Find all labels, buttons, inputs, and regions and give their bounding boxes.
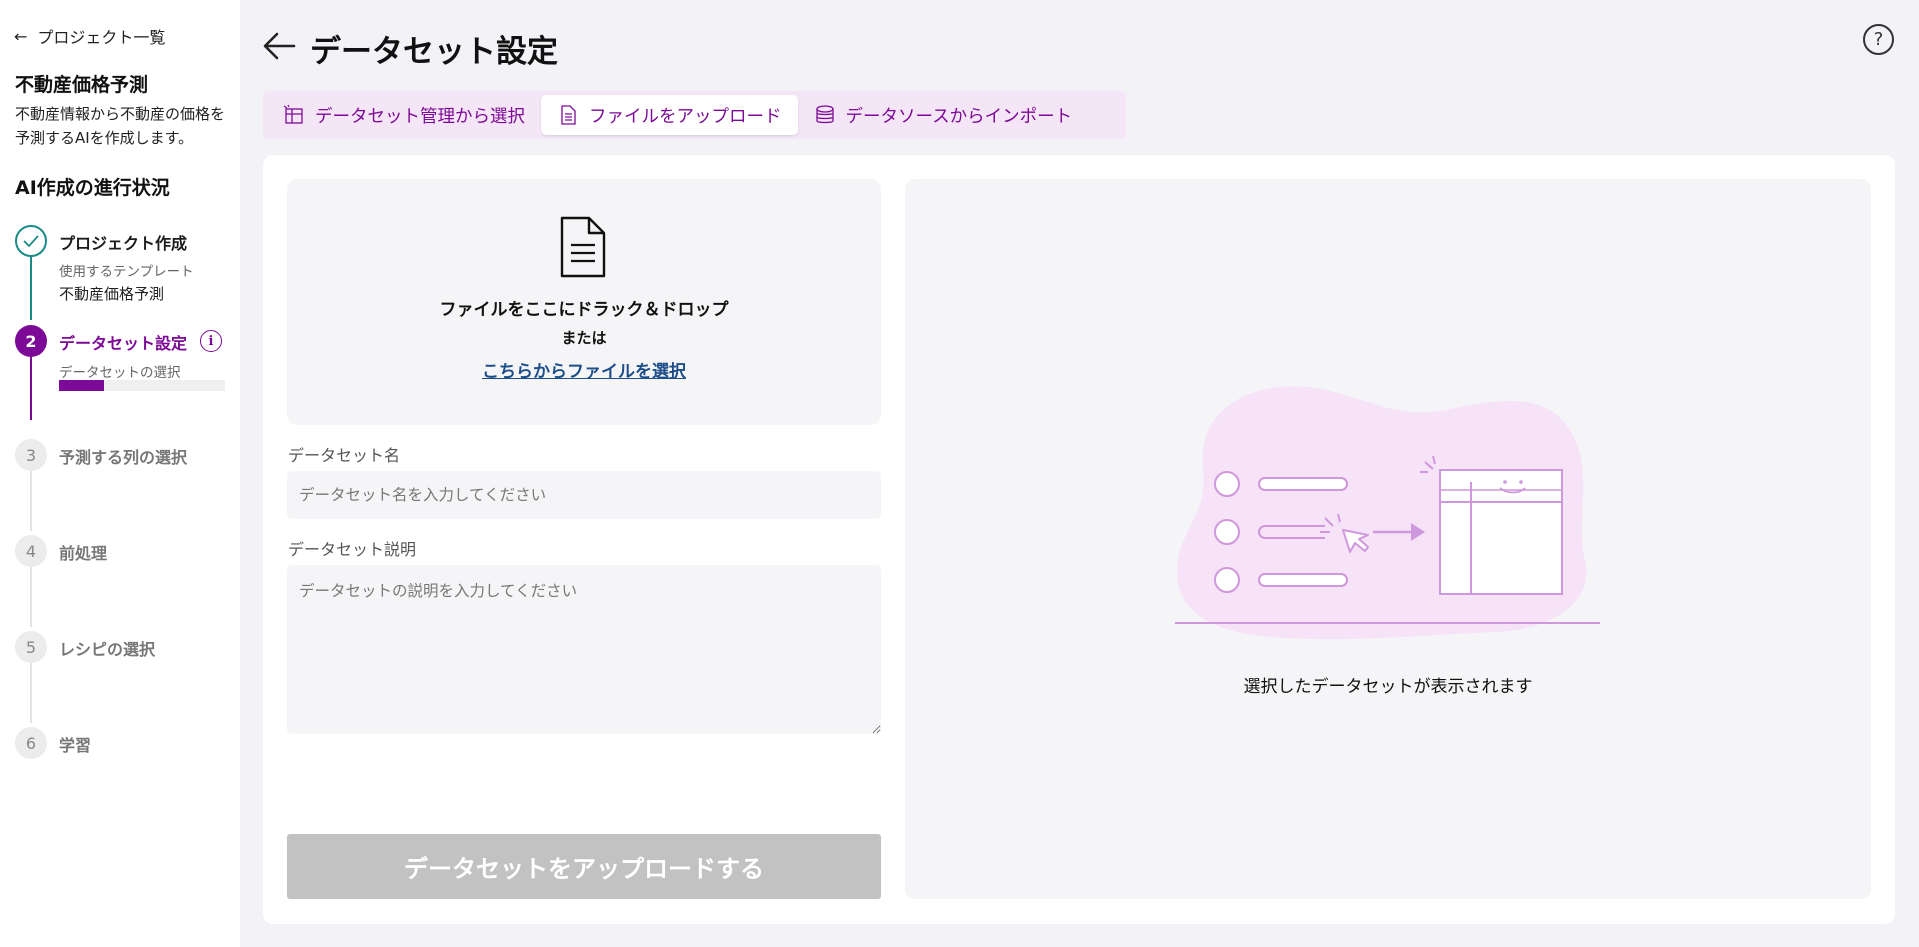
step-label: 予測する列の選択 [59,448,188,467]
dataset-description-textarea[interactable] [287,565,881,734]
tab-label: データセット管理から選択 [315,106,525,127]
file-icon [559,215,607,283]
empty-preview-illustration [1175,380,1600,644]
step-connector [30,257,32,320]
step-label: 前処理 [59,544,108,563]
page-header: データセット設定 [262,26,558,71]
tab-label: ファイルをアップロード [589,106,782,127]
step-progress-bar [59,380,225,391]
step-sub-label: 使用するテンプレート [59,264,194,280]
step-number: 4 [15,535,47,567]
back-link-label: プロジェクト一覧 [37,28,166,47]
step-connector [30,567,32,627]
dataset-name-input[interactable] [287,471,881,519]
tab-dataset-management[interactable]: データセット管理から選択 [267,95,541,135]
step-sub-value: 不動産価格予測 [59,285,165,303]
tab-file-upload[interactable]: ファイルをアップロード [541,95,798,135]
dataset-description-label: データセット説明 [288,540,417,559]
back-to-projects-link[interactable]: ← プロジェクト一覧 [14,24,165,48]
question-circle-icon[interactable]: ? [1863,24,1894,55]
dropzone-text: ファイルをここにドラック＆ドロップ [439,300,729,320]
info-icon[interactable]: i [200,330,222,352]
tab-label: データソースからインポート [845,106,1073,127]
tab-data-source-import[interactable]: データソースからインポート [798,95,1089,135]
step-connector [30,471,32,531]
page-title: データセット設定 [310,34,558,70]
step-label: プロジェクト作成 [59,234,188,253]
arrow-left-icon: ← [14,26,28,46]
step-label: 学習 [59,736,92,755]
step-sub-label: データセットの選択 [59,365,181,381]
step-number: 2 [15,325,47,357]
source-tabs: データセット管理から選択 ファイルをアップロード データソースからインポート [263,91,1126,139]
dropzone-or: または [561,329,607,347]
check-icon [15,225,47,257]
progress-heading: AI作成の進行状況 [15,177,170,199]
step-number: 3 [15,439,47,471]
upload-dataset-button[interactable]: データセットをアップロードする [287,834,881,899]
step-connector [30,663,32,723]
sidebar: ← プロジェクト一覧 不動産価格予測 不動産情報から不動産の価格を予測するAIを… [0,0,240,947]
step-progress-fill [59,380,104,391]
project-description: 不動産情報から不動産の価格を予測するAIを作成します。 [15,105,226,147]
step-label: レシピの選択 [59,640,156,659]
back-arrow-icon[interactable] [262,31,296,67]
step-label: データセット設定 [59,334,188,353]
dataset-table-icon [283,104,305,126]
step-number: 5 [15,631,47,663]
dataset-name-label: データセット名 [288,446,401,465]
step-number: 6 [15,727,47,759]
project-title: 不動産価格予測 [15,74,149,96]
step-connector [30,357,32,420]
select-file-link[interactable]: こちらからファイルを選択 [287,357,881,382]
database-icon [814,104,836,126]
preview-empty-text: 選択したデータセットが表示されます [1243,677,1533,697]
file-dropzone[interactable]: ファイルをここにドラック＆ドロップ または こちらからファイルを選択 [287,179,881,425]
document-icon [557,104,579,126]
